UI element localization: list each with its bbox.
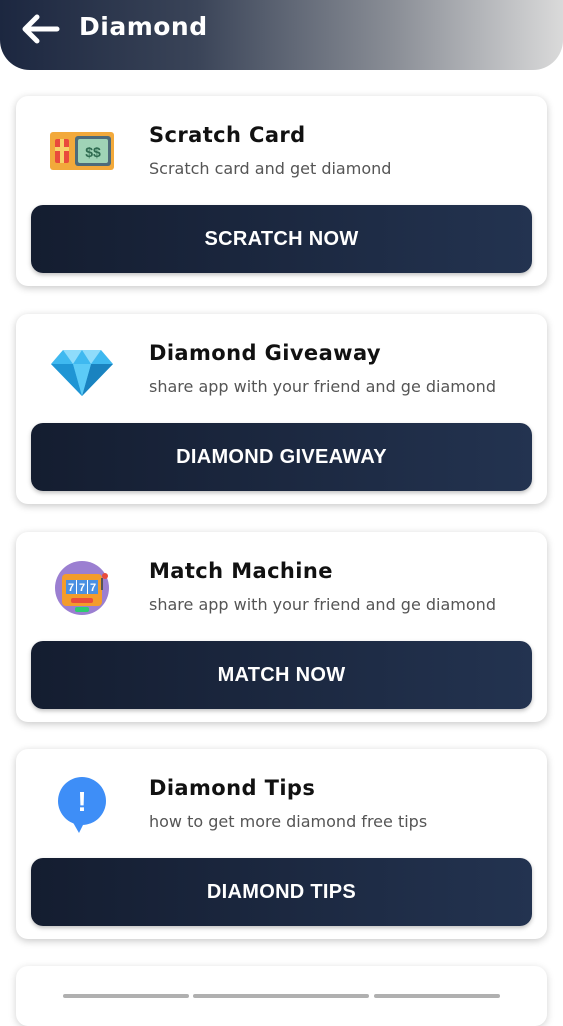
match-now-button[interactable]: MATCH NOW: [31, 641, 532, 709]
scratch-card-icon: $$: [50, 132, 114, 170]
slot-machine-icon: 7 7 7: [55, 561, 109, 615]
arrow-left-icon[interactable]: [19, 12, 61, 46]
slot-reel-3: 7: [90, 582, 96, 594]
alert-bubble-icon: !: [58, 777, 106, 833]
card-subtitle: share app with your friend and ge diamon…: [149, 377, 496, 396]
slot-reel-1: 7: [68, 582, 74, 594]
scroll-indicator: [374, 994, 500, 998]
card-title: Diamond Giveaway: [149, 341, 381, 365]
diamond-giveaway-button[interactable]: DIAMOND GIVEAWAY: [31, 423, 532, 491]
slot-reel-2: 7: [79, 582, 85, 594]
scroll-indicator: [63, 994, 189, 998]
scratch-icon-text: $$: [85, 144, 101, 160]
scroll-indicator: [193, 994, 369, 998]
scratch-now-button[interactable]: SCRATCH NOW: [31, 205, 532, 273]
page-title: Diamond: [79, 12, 208, 41]
card-subtitle: Scratch card and get diamond: [149, 159, 392, 178]
alert-mark: !: [77, 786, 86, 817]
scratch-card-panel: $$ Scratch Card Scratch card and get dia…: [16, 96, 547, 286]
match-machine-panel: 7 7 7 Match Machine share app with your …: [16, 532, 547, 722]
card-subtitle: how to get more diamond free tips: [149, 812, 428, 831]
diamond-tips-panel: ! Diamond Tips how to get more diamond f…: [16, 749, 547, 939]
app-header: Diamond: [0, 0, 563, 70]
card-title: Scratch Card: [149, 123, 306, 147]
card-title: Match Machine: [149, 559, 333, 583]
card-title: Diamond Tips: [149, 776, 316, 800]
diamond-tips-button[interactable]: DIAMOND TIPS: [31, 858, 532, 926]
diamond-giveaway-panel: Diamond Giveaway share app with your fri…: [16, 314, 547, 504]
card-subtitle: share app with your friend and ge diamon…: [149, 595, 496, 614]
diamond-icon: [51, 350, 113, 396]
